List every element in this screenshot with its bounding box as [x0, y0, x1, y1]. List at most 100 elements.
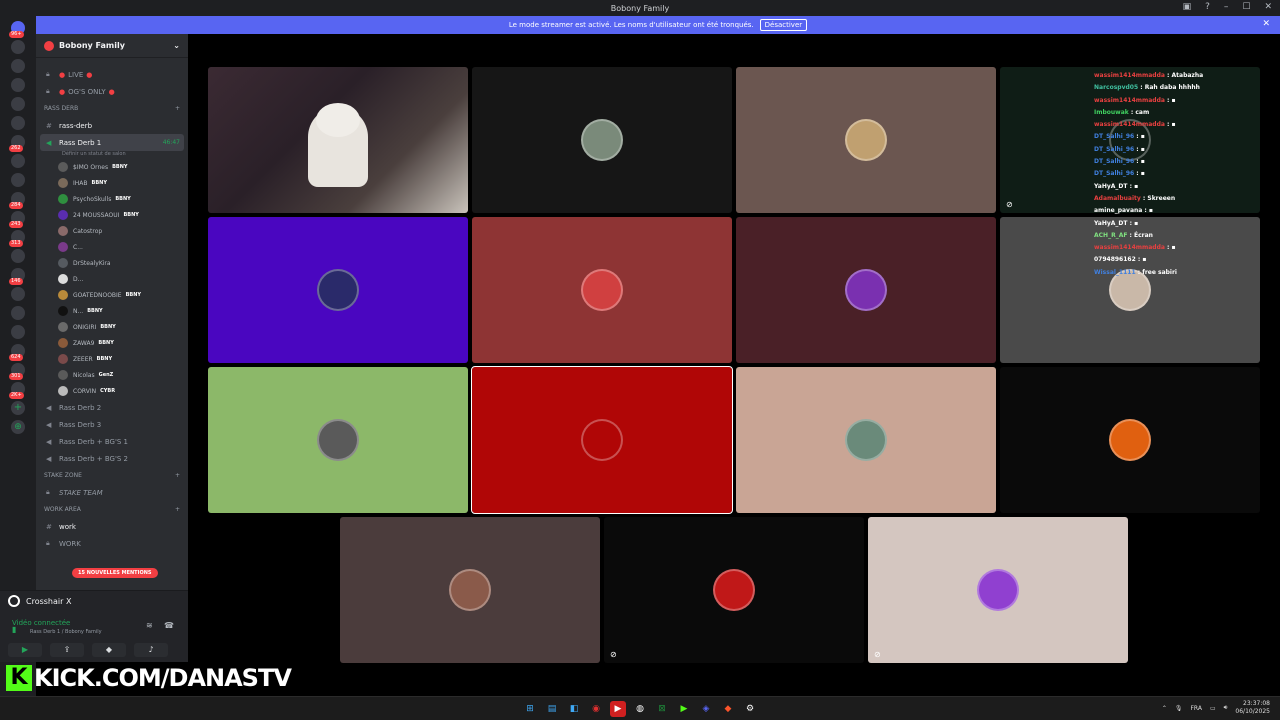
- server-header[interactable]: Bobony Family ⌄: [36, 34, 188, 58]
- category-stake-zone[interactable]: STAKE ZONE +: [36, 467, 188, 484]
- participant-tile[interactable]: ⊘: [868, 517, 1128, 663]
- help-icon[interactable]: ?: [1205, 2, 1210, 12]
- server-icon[interactable]: 146: [9, 268, 25, 285]
- camera-button[interactable]: ▶: [8, 643, 42, 657]
- server-icon[interactable]: [11, 306, 25, 320]
- volume-icon[interactable]: 🔊︎: [1224, 704, 1228, 712]
- add-channel-icon[interactable]: +: [175, 105, 180, 112]
- participant-tile[interactable]: [471, 366, 733, 514]
- server-icon[interactable]: 284: [9, 192, 25, 209]
- screen-share-button[interactable]: ⇪: [50, 643, 84, 657]
- participant-tile[interactable]: ⊘: [604, 517, 864, 663]
- voice-user[interactable]: GOATEDNOOBIE BBNY: [36, 287, 188, 303]
- voice-user[interactable]: Nicolas GenZ: [36, 367, 188, 383]
- play-icon[interactable]: ▶: [676, 701, 692, 717]
- voice-user[interactable]: D...: [36, 271, 188, 287]
- minimize-button[interactable]: –: [1224, 2, 1229, 12]
- chevron-up-icon[interactable]: ⌃: [1162, 705, 1167, 712]
- voice-user[interactable]: DrStealyKira: [36, 255, 188, 271]
- participant-tile[interactable]: [208, 217, 468, 363]
- chevron-down-icon[interactable]: ⌄: [173, 41, 180, 50]
- server-icon[interactable]: [11, 78, 25, 92]
- server-icon[interactable]: 262: [9, 135, 25, 152]
- media-icon[interactable]: ◉: [588, 701, 604, 717]
- participant-tile[interactable]: [472, 217, 732, 363]
- settings-icon[interactable]: ⚙: [742, 701, 758, 717]
- category-rass-derb[interactable]: RASS DERB +: [36, 100, 188, 117]
- channel-ogs-only[interactable]: 🔒︎ ● OG'S ONLY ●: [36, 83, 188, 100]
- network-icon[interactable]: ▭: [1210, 705, 1216, 712]
- participant-tile[interactable]: [736, 67, 996, 213]
- voice-user[interactable]: C...: [36, 239, 188, 255]
- channel-status[interactable]: Définir un statut de salon: [36, 151, 188, 159]
- server-icon[interactable]: 624: [9, 344, 25, 361]
- discord-icon[interactable]: ◈: [698, 701, 714, 717]
- voice-user[interactable]: CORVIN CYBR: [36, 383, 188, 399]
- lang-indicator[interactable]: FRA: [1190, 705, 1201, 712]
- disable-streamer-button[interactable]: Désactiver: [759, 19, 808, 31]
- excel-icon[interactable]: ⊠: [654, 701, 670, 717]
- add-server-icon[interactable]: +: [11, 401, 25, 415]
- file-explorer-icon[interactable]: ▤: [544, 701, 560, 717]
- noise-icon[interactable]: ≋: [146, 621, 153, 630]
- server-icon[interactable]: [11, 116, 25, 130]
- outlook-icon[interactable]: ◧: [566, 701, 582, 717]
- participant-tile[interactable]: [1000, 367, 1260, 513]
- voice-user[interactable]: 24 MOUSSAOUI BBNY: [36, 207, 188, 223]
- server-icon[interactable]: [11, 249, 25, 263]
- channel-rass-derb-3[interactable]: ◀ Rass Derb 3: [36, 416, 188, 433]
- windows-start-icon[interactable]: ⊞: [522, 701, 538, 717]
- category-work-area[interactable]: WORK AREA +: [36, 501, 188, 518]
- add-channel-icon[interactable]: +: [175, 506, 180, 513]
- brave-icon[interactable]: ◆: [720, 701, 736, 717]
- channel-rass-derb-bgs-2[interactable]: ◀ Rass Derb + BG'S 2: [36, 450, 188, 467]
- participant-tile[interactable]: [340, 517, 600, 663]
- discover-icon[interactable]: ⊕: [11, 420, 25, 434]
- voice-user[interactable]: ONIGIRI BBNY: [36, 319, 188, 335]
- channel-work-text[interactable]: # work: [36, 518, 188, 535]
- channel-live[interactable]: 🔒︎ ● LIVE ●: [36, 66, 188, 83]
- clock[interactable]: 23:37:08 06/10/2025: [1235, 700, 1270, 716]
- mic-icon[interactable]: 🎙︎: [1175, 705, 1183, 712]
- channel-rass-derb-text[interactable]: # rass-derb: [36, 117, 188, 134]
- voice-user[interactable]: Catostrop: [36, 223, 188, 239]
- server-icon[interactable]: [11, 40, 25, 54]
- server-icon[interactable]: 243: [9, 211, 25, 228]
- server-icon[interactable]: 301: [9, 363, 25, 380]
- voice-user[interactable]: PsychoSkulls BBNY: [36, 191, 188, 207]
- obs-icon[interactable]: ◍: [632, 701, 648, 717]
- close-window-button[interactable]: ✕: [1264, 2, 1272, 12]
- activity-button[interactable]: ◆: [92, 643, 126, 657]
- channel-stake-team[interactable]: 🔒︎ STAKE TEAM: [36, 484, 188, 501]
- voice-connected-label[interactable]: Vidéo connectée: [12, 619, 70, 627]
- voice-user[interactable]: N... BBNY: [36, 303, 188, 319]
- server-icon[interactable]: 96+: [9, 21, 25, 38]
- soundboard-button[interactable]: ♪: [134, 643, 168, 657]
- inbox-icon[interactable]: ▣: [1183, 2, 1192, 12]
- activity-crosshair[interactable]: Crosshair X: [8, 595, 71, 607]
- voice-user[interactable]: ZEEER BBNY: [36, 351, 188, 367]
- server-icon[interactable]: 2K+: [9, 382, 25, 399]
- participant-tile[interactable]: [208, 367, 468, 513]
- add-channel-icon[interactable]: +: [175, 472, 180, 479]
- maximize-button[interactable]: ☐: [1242, 2, 1250, 12]
- red-app-icon[interactable]: ▶: [610, 701, 626, 717]
- close-icon[interactable]: ✕: [1262, 19, 1270, 29]
- disconnect-icon[interactable]: ☎: [164, 621, 174, 630]
- voice-location[interactable]: Rass Derb 1 / Bobony Family: [30, 629, 102, 635]
- server-icon[interactable]: 313: [9, 230, 25, 247]
- channel-rass-derb-bgs-1[interactable]: ◀ Rass Derb + BG'S 1: [36, 433, 188, 450]
- participant-tile[interactable]: [736, 367, 996, 513]
- participant-tile[interactable]: [472, 67, 732, 213]
- participant-tile[interactable]: [736, 217, 996, 363]
- voice-user[interactable]: $IMO Ornes BBNY: [36, 159, 188, 175]
- server-icon[interactable]: [11, 59, 25, 73]
- server-icon[interactable]: [11, 325, 25, 339]
- channel-rass-derb-2[interactable]: ◀ Rass Derb 2: [36, 399, 188, 416]
- voice-user[interactable]: IHAB BBNY: [36, 175, 188, 191]
- server-icon[interactable]: [11, 154, 25, 168]
- signal-icon[interactable]: ▮: [12, 625, 16, 634]
- server-icon[interactable]: [11, 287, 25, 301]
- voice-user[interactable]: ZAWA9 BBNY: [36, 335, 188, 351]
- channel-work-voice[interactable]: 🔒︎ WORK: [36, 535, 188, 552]
